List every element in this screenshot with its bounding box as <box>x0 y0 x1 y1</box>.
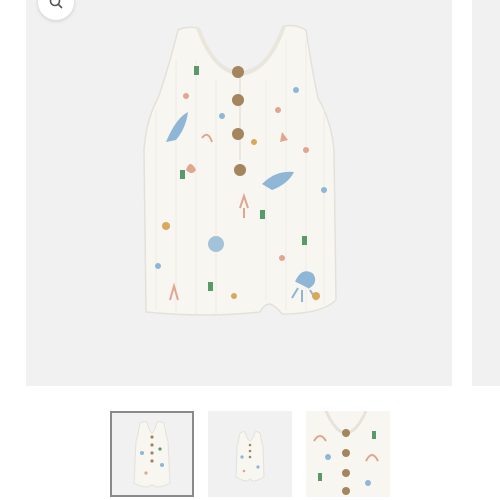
magnifier-icon <box>49 0 63 9</box>
romper-thumbnail-icon <box>235 431 265 482</box>
thumbnail-3[interactable] <box>306 411 390 497</box>
product-main-image[interactable] <box>26 0 452 386</box>
romper-thumbnail-icon <box>133 421 171 488</box>
fabric-closeup-icon <box>306 411 390 497</box>
thumbnail-2[interactable] <box>208 411 292 497</box>
product-page <box>0 0 500 500</box>
romper-illustration <box>143 24 337 316</box>
next-image-peek[interactable] <box>472 0 500 386</box>
thumbnail-strip <box>110 411 390 498</box>
thumbnail-1[interactable] <box>110 411 194 497</box>
